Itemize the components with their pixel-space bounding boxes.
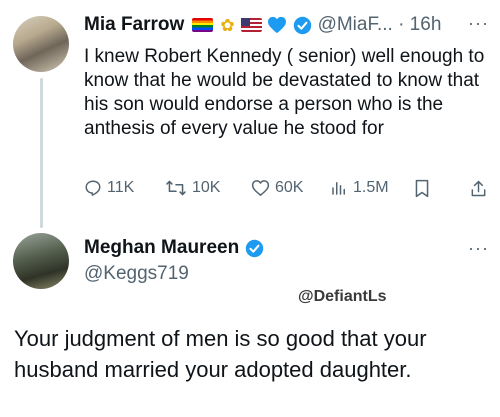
- share-button[interactable]: [470, 179, 492, 198]
- avatar[interactable]: [13, 233, 69, 289]
- tweet-actions: 11K 10K 60K 1.5M: [84, 179, 486, 203]
- avatar[interactable]: [13, 16, 69, 72]
- handle-and-timestamp[interactable]: @MiaF... · 16h: [318, 14, 442, 36]
- display-name[interactable]: Meghan Maureen: [84, 237, 239, 259]
- views-button[interactable]: 1.5M: [330, 179, 389, 197]
- more-options-icon[interactable]: ···: [468, 238, 489, 259]
- reply-count: 11K: [107, 179, 135, 196]
- more-options-icon[interactable]: ···: [468, 13, 489, 34]
- reply-icon: [85, 180, 101, 196]
- share-icon: [471, 180, 486, 197]
- bookmark-button[interactable]: [414, 179, 435, 198]
- sunflower-icon: ✿: [220, 15, 235, 35]
- verified-badge-icon: [293, 16, 312, 35]
- views-icon: [332, 182, 345, 195]
- like-count: 60K: [275, 179, 304, 196]
- rainbow-flag-icon: [192, 18, 214, 32]
- display-name[interactable]: Mia Farrow: [84, 14, 184, 36]
- tweet-text: I knew Robert Kennedy ( senior) well eno…: [84, 46, 485, 139]
- repost-icon: [166, 180, 186, 196]
- like-button[interactable]: 60K: [251, 179, 303, 197]
- blue-heart-icon: [267, 16, 287, 34]
- bookmark-icon: [415, 179, 429, 198]
- thread-connector-line: [40, 78, 43, 228]
- repost-button[interactable]: 10K: [165, 179, 220, 197]
- reply-button[interactable]: 11K: [84, 179, 134, 197]
- handle[interactable]: @Keggs719: [84, 263, 189, 285]
- tweet-header: Meghan Maureen: [84, 236, 264, 260]
- heart-icon: [251, 180, 270, 196]
- tweet-text: Your judgment of men is so good that you…: [14, 326, 427, 382]
- views-count: 1.5M: [353, 179, 389, 196]
- tweet-header: Mia Farrow ✿ @MiaF... · 16h: [84, 13, 441, 37]
- repost-count: 10K: [192, 179, 221, 196]
- verified-badge-icon: [245, 239, 264, 258]
- us-flag-icon: [240, 18, 262, 32]
- watermark: @DefiantLs: [298, 288, 387, 305]
